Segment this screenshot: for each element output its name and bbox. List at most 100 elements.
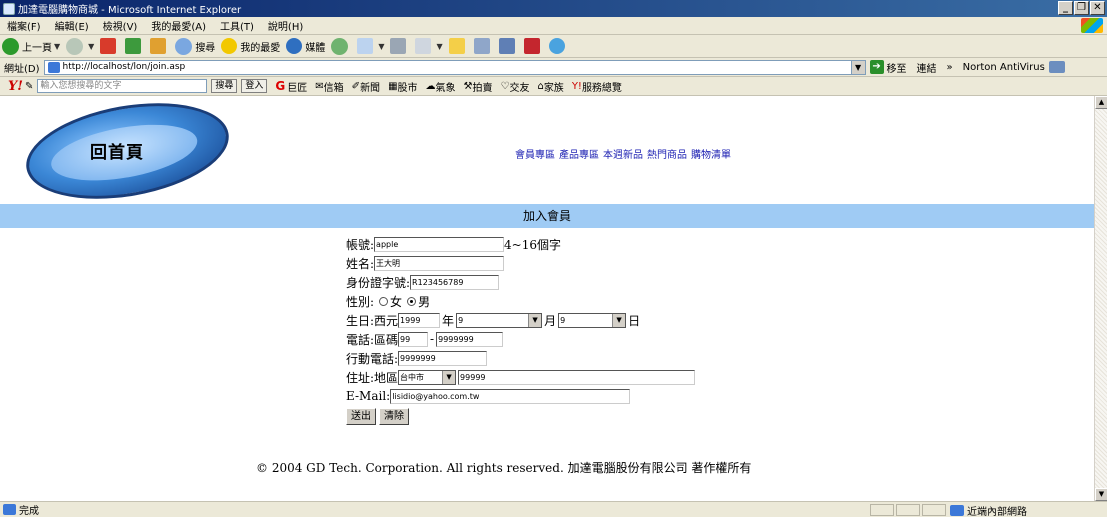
- mobile-input[interactable]: 9999999: [398, 350, 488, 366]
- go-arrow-icon: ➔: [869, 60, 884, 74]
- id-row: 身份證字號: R123456789: [346, 273, 500, 291]
- back-label: 上一頁: [22, 42, 52, 54]
- region-select[interactable]: 台中市 ▼: [398, 369, 457, 385]
- go-button[interactable]: ➔ 移至: [869, 60, 907, 75]
- id-input[interactable]: R123456789: [410, 274, 500, 290]
- weather-icon: ☁: [425, 80, 436, 92]
- vertical-scrollbar[interactable]: ▲ ▼: [1094, 96, 1107, 501]
- history-icon: [331, 37, 349, 55]
- zone-label: 近端內部網路: [967, 507, 1027, 517]
- status-panel: [870, 504, 894, 516]
- phone-number-input[interactable]: 9999999: [436, 331, 504, 347]
- yahoo-item-news[interactable]: ✐ 新聞: [352, 79, 380, 94]
- mobile-label: 行動電話:: [346, 351, 399, 366]
- address-bar: 網址(D) http://localhost/lon/join.asp ▼ ➔ …: [0, 58, 1107, 77]
- back-button[interactable]: 上一頁 ▼: [2, 37, 60, 55]
- submit-button[interactable]: 送出: [346, 407, 376, 425]
- pencil-icon[interactable]: ✎: [25, 81, 33, 92]
- msn-butterfly-icon: [548, 38, 565, 54]
- birth-day-select[interactable]: 9 ▼: [558, 312, 627, 328]
- messenger-button[interactable]: [498, 38, 518, 54]
- yahoo-search-input[interactable]: 輸入您想搜尋的文字: [37, 79, 208, 93]
- scroll-up-icon[interactable]: ▲: [1095, 96, 1107, 109]
- intranet-zone-icon: [950, 505, 964, 516]
- chevron-down-icon: ▼: [612, 313, 626, 327]
- folder-button[interactable]: [448, 38, 468, 54]
- gender-female-radio[interactable]: [379, 296, 389, 306]
- reset-button[interactable]: 清除: [379, 407, 409, 425]
- menu-favorites[interactable]: 我的最愛(A): [144, 18, 213, 33]
- yahoo-tool-button[interactable]: [523, 38, 543, 54]
- yahoo-item-services[interactable]: Y! 服務總覽: [572, 79, 622, 94]
- phone-area-input[interactable]: 99: [398, 331, 429, 347]
- close-button[interactable]: ✕: [1090, 1, 1105, 15]
- nav-products[interactable]: 產品專區: [559, 146, 599, 161]
- forward-arrow-icon: [66, 37, 84, 55]
- yahoo-item-weather[interactable]: ☁ 氣象: [426, 79, 456, 94]
- links-button[interactable]: 連結: [917, 60, 937, 75]
- email-input[interactable]: lisidio@yahoo.com.tw: [390, 388, 631, 404]
- nav-shopping-cart[interactable]: 購物清單: [691, 146, 731, 161]
- mail-icon: ✉: [315, 80, 324, 92]
- menu-file[interactable]: 檔案(F): [0, 18, 48, 33]
- nav-member-area[interactable]: 會員專區: [515, 146, 555, 161]
- birthday-label: 生日:西元: [346, 313, 399, 328]
- favorites-button[interactable]: 我的最愛: [221, 38, 280, 54]
- go-label: 移至: [886, 63, 907, 75]
- msn-button[interactable]: [548, 38, 568, 54]
- menu-help[interactable]: 說明(H): [261, 18, 310, 33]
- history-button[interactable]: [331, 37, 351, 55]
- edit-button[interactable]: ▼: [415, 38, 443, 54]
- yahoo-logo-icon[interactable]: Y!: [8, 79, 23, 94]
- security-zone: 近端內部網路: [950, 503, 1027, 517]
- print-button[interactable]: [390, 38, 409, 54]
- yahoo-item-mail[interactable]: ✉ 信箱: [315, 79, 343, 94]
- minimize-button[interactable]: _: [1058, 1, 1073, 15]
- menu-edit[interactable]: 編輯(E): [48, 18, 96, 33]
- home-button[interactable]: [150, 38, 169, 54]
- stop-icon: [100, 38, 117, 54]
- gender-label: 性別:: [346, 294, 375, 309]
- yahoo-item-dating[interactable]: ♡ 交友: [500, 79, 529, 94]
- folder-icon: [448, 38, 465, 54]
- name-label: 姓名:: [346, 256, 375, 271]
- nav-hot-items[interactable]: 熱門商品: [647, 146, 687, 161]
- home-logo-text[interactable]: 回首頁: [90, 138, 144, 163]
- refresh-button[interactable]: [125, 38, 144, 54]
- maximize-button[interactable]: ❐: [1074, 1, 1089, 15]
- scroll-down-icon[interactable]: ▼: [1095, 488, 1107, 501]
- research-button[interactable]: [473, 38, 493, 54]
- birthday-row: 生日:西元 1999 年 9 ▼ 月 9 ▼ 日: [346, 311, 640, 329]
- menu-view[interactable]: 檢視(V): [96, 18, 145, 33]
- search-button[interactable]: 搜尋: [175, 37, 215, 55]
- account-input[interactable]: apple: [374, 236, 505, 252]
- gender-male-radio[interactable]: [407, 296, 417, 306]
- birth-month-select[interactable]: 9 ▼: [456, 312, 543, 328]
- yahoo-item-auction[interactable]: ⚒ 拍賣: [464, 79, 493, 94]
- stop-button[interactable]: [100, 38, 119, 54]
- chevron-down-icon[interactable]: ▼: [850, 60, 865, 74]
- nav-new-this-week[interactable]: 本週新品: [603, 146, 643, 161]
- account-label: 帳號:: [346, 237, 375, 252]
- research-icon: [473, 38, 490, 54]
- menu-tools[interactable]: 工具(T): [213, 18, 261, 33]
- more-links-chevron[interactable]: »: [947, 62, 953, 73]
- media-button[interactable]: 媒體: [286, 38, 325, 54]
- address-input[interactable]: 99999: [458, 369, 696, 385]
- forward-button[interactable]: ▼: [66, 37, 94, 55]
- star-icon: [221, 38, 238, 54]
- name-input[interactable]: 王大明: [374, 255, 505, 271]
- yahoo-item-academy[interactable]: G 巨匠: [275, 79, 307, 94]
- birth-year-input[interactable]: 1999: [398, 312, 441, 328]
- yahoo-search-button[interactable]: 搜尋: [211, 79, 238, 93]
- chevron-down-icon: ▼: [436, 41, 443, 51]
- title-bar: 加達電腦購物商城 - Microsoft Internet Explorer _…: [0, 0, 1107, 17]
- auction-icon: ⚒: [463, 80, 473, 92]
- mail-button[interactable]: ▼: [357, 38, 384, 54]
- norton-antivirus-button[interactable]: Norton AntiVirus: [963, 62, 1045, 73]
- address-input[interactable]: http://localhost/lon/join.asp ▼: [43, 59, 866, 75]
- yahoo-signin-button[interactable]: 登入: [241, 79, 268, 93]
- phone-separator: -: [430, 332, 435, 346]
- yahoo-item-stocks[interactable]: ▦ 股市: [388, 79, 417, 94]
- yahoo-item-groups[interactable]: ⌂ 家族: [537, 79, 563, 94]
